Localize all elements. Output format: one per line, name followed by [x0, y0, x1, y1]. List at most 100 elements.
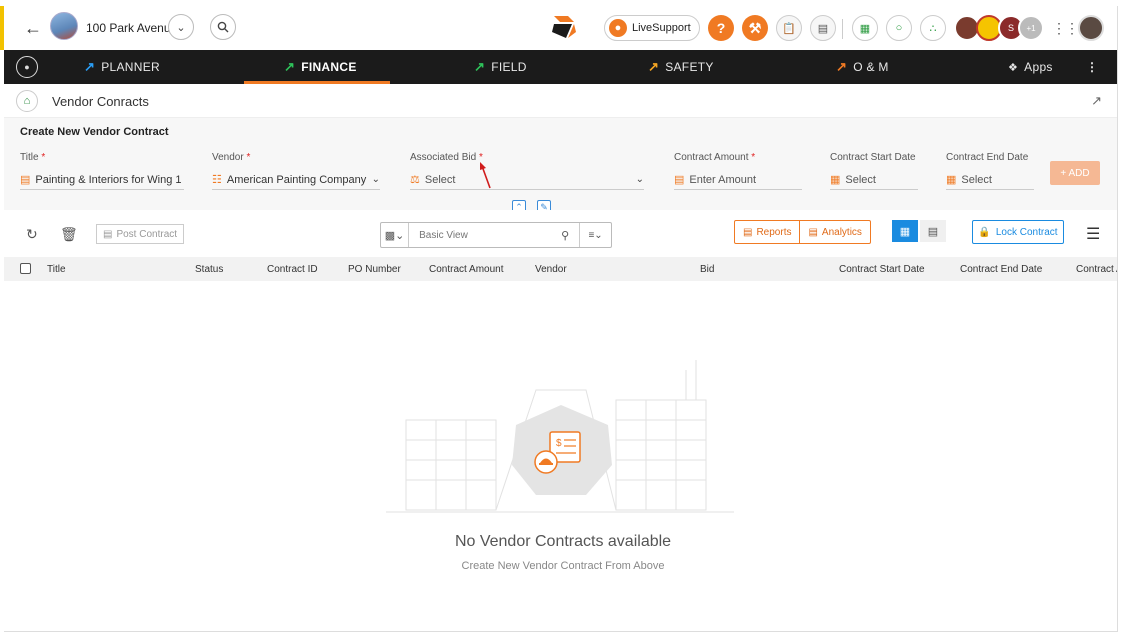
contract-end-date-label: Contract End Date — [946, 152, 1029, 163]
hammer-icon: ⚒ — [748, 19, 762, 36]
chevron-down-icon: ⌄ — [371, 174, 380, 185]
clipboard-icon: 📋 — [782, 22, 796, 35]
contract-amount-placeholder: Enter Amount — [689, 173, 757, 186]
more-users-count: +1 — [1026, 23, 1036, 33]
top-header: ← 100 Park Avenue ⌄ ● LiveSupport ? ⚒ 📋 … — [0, 6, 1118, 50]
nav-o-and-m[interactable]: ↗ O & M — [836, 50, 889, 84]
filter-dropdown[interactable]: ≡⌄ — [579, 223, 611, 247]
svg-text:$: $ — [556, 438, 562, 449]
table-view-toggle[interactable]: ▦ — [892, 220, 918, 242]
network-icon: ∴ — [929, 22, 937, 35]
associated-bid-select[interactable]: ⚖ Select ⌄ — [410, 170, 644, 190]
vendor-value: American Painting Company — [226, 173, 367, 186]
vendor-select[interactable]: ☷ American Painting Company ⌄ — [212, 170, 380, 190]
home-icon[interactable]: ⌂ — [16, 90, 38, 112]
nav-planner-label: PLANNER — [101, 60, 160, 74]
project-name[interactable]: 100 Park Avenue — [86, 21, 177, 35]
column-header-po-number[interactable]: PO Number — [348, 264, 401, 275]
profile-avatar[interactable] — [1078, 15, 1104, 41]
home-dashboard-icon[interactable]: ● — [16, 56, 38, 78]
chat-button[interactable]: ○ — [886, 15, 912, 41]
document-button[interactable]: ▤ — [810, 15, 836, 41]
view-type-dropdown[interactable]: ▩⌄ — [381, 223, 410, 247]
back-arrow-icon[interactable]: ← — [24, 18, 42, 39]
column-header-contract-id[interactable]: Contract ID — [267, 264, 318, 275]
nav-planner[interactable]: ↗ PLANNER — [84, 50, 160, 84]
nav-o-and-m-label: O & M — [853, 60, 889, 74]
associated-bid-placeholder: Select — [424, 173, 456, 186]
nav-more-menu[interactable]: ⋮ — [1086, 50, 1098, 84]
amount-icon: ▤ — [674, 174, 685, 186]
tools-button[interactable]: ⚒ — [742, 15, 768, 41]
reports-button[interactable]: ▤ Reports — [735, 221, 799, 243]
create-contract-form: Create New Vendor Contract Title * ▤ Pai… — [4, 118, 1118, 214]
lock-contract-label: Lock Contract — [995, 226, 1058, 238]
document-icon: ▤ — [20, 174, 31, 186]
nav-apps[interactable]: ❖ Apps — [1008, 50, 1053, 84]
contract-start-date-placeholder: Select — [845, 173, 876, 186]
module-navbar: ● ↗ PLANNER ↗ FINANCE ↗ FIELD ↗ SAFETY ↗… — [4, 50, 1118, 84]
nav-safety-label: SAFETY — [665, 60, 714, 74]
annotation-arrow-icon — [480, 162, 491, 189]
network-button[interactable]: ∴ — [920, 15, 946, 41]
help-button[interactable]: ? — [708, 15, 734, 41]
select-all-checkbox[interactable] — [20, 263, 31, 274]
associated-bid-label: Associated Bid * — [410, 152, 483, 163]
more-users-badge[interactable]: +1 — [1018, 15, 1044, 41]
external-link-icon[interactable]: ↗ — [1091, 93, 1102, 109]
nav-field-label: FIELD — [491, 60, 527, 74]
contract-start-date-field[interactable]: ▦ Select — [830, 170, 918, 190]
sheet-button[interactable]: ▦ — [852, 15, 878, 41]
contract-end-date-placeholder: Select — [961, 173, 992, 186]
avatar-initial: S — [1007, 23, 1014, 33]
column-header-contract-amount-2[interactable]: Contract A — [1076, 264, 1118, 275]
contract-start-date-label: Contract Start Date — [830, 152, 916, 163]
chat-icon: ○ — [895, 22, 903, 34]
clipboard-button[interactable]: 📋 — [776, 15, 802, 41]
column-header-contract-end-date[interactable]: Contract End Date — [960, 264, 1042, 275]
refresh-icon[interactable]: ↻ — [26, 226, 38, 243]
column-header-contract-amount[interactable]: Contract Amount — [429, 264, 503, 275]
vendor-label: Vendor * — [212, 152, 250, 163]
column-header-bid[interactable]: Bid — [700, 264, 714, 275]
question-icon: ? — [716, 20, 726, 36]
delete-icon[interactable]: 🗑 — [60, 226, 78, 243]
post-contract-button[interactable]: ▤ Post Contract — [96, 224, 185, 244]
contract-end-date-field[interactable]: ▦ Select — [946, 170, 1034, 190]
search-button[interactable] — [210, 14, 236, 40]
empty-state-subtitle: Create New Vendor Contract From Above — [461, 560, 665, 572]
search-icon[interactable]: ⚲ — [551, 229, 579, 242]
filter-icon: ≡⌄ — [588, 229, 603, 241]
reports-label: Reports — [756, 226, 792, 238]
add-contract-button[interactable]: + ADD — [1050, 161, 1100, 185]
title-value: Painting & Interiors for Wing 1 — [35, 173, 182, 186]
nav-safety[interactable]: ↗ SAFETY — [648, 50, 714, 84]
project-dropdown-button[interactable]: ⌄ — [168, 14, 194, 40]
view-search-input[interactable] — [409, 223, 552, 247]
column-header-contract-start-date[interactable]: Contract Start Date — [839, 264, 925, 275]
nav-apps-label: Apps — [1024, 60, 1053, 74]
column-header-vendor[interactable]: Vendor — [535, 264, 567, 275]
live-support-button[interactable]: ● LiveSupport — [604, 15, 700, 41]
views-icon: ▩⌄ — [384, 229, 405, 242]
lock-icon: 🔒 — [978, 226, 991, 238]
hamburger-menu-icon[interactable]: ☰ — [1086, 224, 1100, 244]
required-mark: * — [41, 152, 46, 163]
report-icon: ▤ — [743, 226, 753, 238]
table-icon: ▦ — [899, 225, 911, 238]
title-field[interactable]: ▤ Painting & Interiors for Wing 1 — [20, 170, 184, 190]
column-header-status[interactable]: Status — [195, 264, 223, 275]
calendar-icon: ▦ — [830, 174, 841, 186]
lock-contract-button[interactable]: 🔒 Lock Contract — [972, 220, 1064, 244]
analytics-button[interactable]: ▤ Analytics — [799, 221, 869, 243]
chart-icon: ▤ — [808, 226, 818, 238]
nav-field[interactable]: ↗ FIELD — [474, 50, 527, 84]
project-avatar[interactable] — [50, 12, 78, 40]
headset-icon: ● — [609, 19, 627, 37]
contract-amount-field[interactable]: ▤ Enter Amount — [674, 170, 802, 190]
nav-finance[interactable]: ↗ FINANCE — [284, 50, 357, 84]
column-header-title[interactable]: Title — [47, 264, 66, 275]
header-divider — [842, 19, 843, 39]
chart-view-toggle[interactable]: ▤ — [920, 220, 946, 242]
gavel-icon: ⚖ — [410, 174, 420, 186]
